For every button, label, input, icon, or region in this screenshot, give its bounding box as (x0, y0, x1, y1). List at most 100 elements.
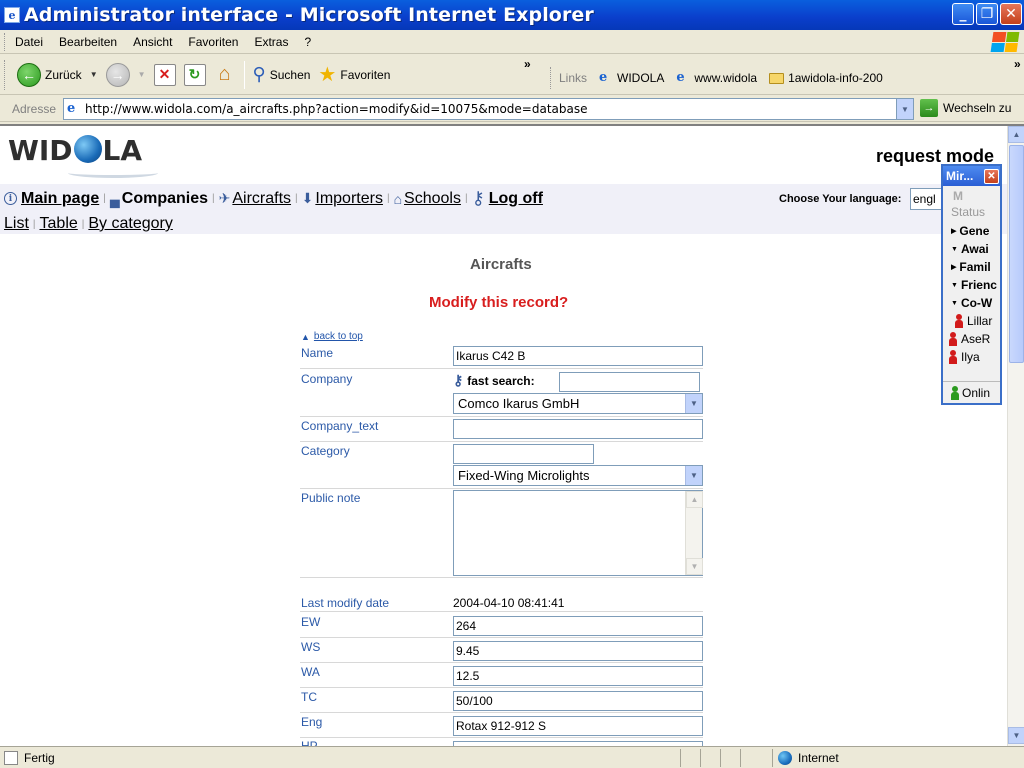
ew-field[interactable]: 264 (453, 616, 703, 636)
menu-favoriten[interactable]: Favoriten (180, 35, 246, 49)
online-status[interactable]: Onlin (943, 381, 1000, 403)
textarea-scrollbar[interactable]: ▲ ▼ (685, 491, 703, 575)
subnav-list[interactable]: List (4, 215, 29, 233)
ws-field[interactable]: 9.45 (453, 641, 703, 661)
links-more-chevron[interactable]: » (1014, 57, 1020, 71)
contact-item[interactable]: Ilya (949, 348, 1000, 366)
ie-icon: e (676, 70, 685, 85)
menu-extras[interactable]: Extras (246, 35, 296, 49)
subnav-by-category[interactable]: By category (88, 215, 172, 233)
widola-logo[interactable]: WID LA (8, 134, 158, 178)
nav-separator: | (386, 193, 390, 204)
collapse-triangle-icon: ▼ (951, 245, 958, 253)
subnav-table[interactable]: Table (40, 215, 78, 233)
nav-importers[interactable]: Importers (315, 190, 383, 208)
scroll-down-icon[interactable]: ▼ (1008, 727, 1024, 744)
contact-group[interactable]: ▶ Gene (951, 222, 1000, 240)
tc-field[interactable]: 50/100 (453, 691, 703, 711)
eng-label: Eng (301, 715, 323, 729)
category-select[interactable]: Fixed-Wing Microlights ▼ (453, 465, 703, 486)
fast-search: ⚷ fast search: (453, 372, 535, 389)
link-www-widola[interactable]: e www.widola (676, 70, 757, 86)
fast-search-input[interactable] (559, 372, 700, 392)
address-input[interactable]: e http://www.widola.com/a_aircrafts.php?… (63, 98, 914, 120)
contact-item[interactable]: AseR (949, 330, 1000, 348)
back-to-top-link[interactable]: ▲ back to top (301, 331, 363, 342)
home-button[interactable]: ⌂ (210, 59, 240, 91)
category-label: Category (301, 444, 350, 458)
forward-history-dropdown[interactable]: ▼ (134, 70, 150, 79)
messenger-status[interactable]: Status (951, 205, 1000, 219)
row-divider (300, 611, 703, 612)
category-text-field[interactable] (453, 444, 594, 464)
public-note-label: Public note (301, 491, 361, 505)
company-text-field[interactable] (453, 419, 703, 439)
expand-triangle-icon: ▶ (951, 264, 957, 271)
security-zone[interactable]: Internet (778, 751, 839, 765)
contact-group[interactable]: ▼ Frienc (951, 276, 1000, 294)
row-divider (300, 488, 703, 489)
contact-group[interactable]: ▼ Awai (951, 240, 1000, 258)
info-icon: i (4, 192, 17, 205)
eng-field[interactable]: Rotax 912-912 S (453, 716, 703, 736)
messenger-title-bar[interactable]: Mir... ✕ (943, 166, 1000, 186)
status-divider (772, 749, 773, 767)
favorites-button[interactable]: ★ Favoriten (314, 59, 394, 91)
links-grip[interactable] (550, 67, 553, 89)
refresh-button[interactable]: ↻ (180, 59, 210, 91)
toolbar-more-chevron[interactable]: » (524, 57, 530, 71)
company-select[interactable]: Comco Ikarus GmbH ▼ (453, 393, 703, 414)
contact-item[interactable]: Lillar (955, 312, 1000, 330)
close-button[interactable]: ✕ (1000, 3, 1022, 25)
chevron-down-icon: ▼ (685, 466, 702, 485)
link-widola[interactable]: e WIDOLA (599, 71, 664, 86)
contact-group[interactable]: ▶ Famil (951, 258, 1000, 276)
name-field[interactable]: Ikarus C42 B (453, 346, 703, 366)
scroll-up-icon: ▲ (686, 491, 703, 508)
nav-separator: | (295, 193, 298, 204)
minimize-button[interactable]: _ (952, 3, 974, 25)
nav-log-off[interactable]: Log off (489, 190, 543, 208)
messenger-window[interactable]: Mir... ✕ M Status ▶ Gene ▼ Awai ▶ Famil ▼ Fr… (941, 164, 1002, 405)
maximize-button[interactable]: ❐ (976, 3, 998, 25)
web-page: WID LA request mode i Main page | ▄ Compa… (0, 126, 1007, 746)
nav-main-page[interactable]: Main page (21, 190, 99, 208)
public-note-textarea[interactable]: ▲ ▼ (453, 490, 703, 576)
link-1awidola-info[interactable]: 1awidola-info-200 (769, 71, 883, 85)
menu-bearbeiten[interactable]: Bearbeiten (51, 35, 125, 49)
go-arrow-icon: → (920, 99, 938, 117)
favorites-star-icon: ★ (318, 64, 337, 86)
menu-help[interactable]: ? (296, 35, 319, 49)
windows-logo-icon (990, 32, 1020, 52)
section-title: Aircrafts (470, 256, 532, 273)
toolbar-grip[interactable] (4, 59, 7, 90)
standard-toolbar: ← Zurück ▼ → ▼ ✕ ↻ ⌂ ⚲ Suchen ★ Favorite… (0, 55, 1024, 95)
person-offline-icon (955, 314, 963, 328)
internet-globe-icon (778, 751, 792, 765)
row-divider (300, 712, 703, 713)
back-button[interactable]: ← Zurück (13, 59, 86, 91)
contact-group[interactable]: ▼ Co-W (951, 294, 1000, 312)
go-button[interactable]: → Wechseln zu (920, 99, 1011, 117)
close-icon[interactable]: ✕ (984, 168, 999, 184)
scrollbar-thumb[interactable] (1009, 145, 1024, 363)
person-online-icon (951, 385, 959, 400)
nav-companies[interactable]: Companies (122, 190, 208, 208)
nav-aircrafts[interactable]: Aircrafts (232, 190, 291, 208)
row-divider (300, 737, 703, 738)
links-label: Links (559, 71, 588, 85)
back-history-dropdown[interactable]: ▼ (86, 70, 102, 79)
refresh-icon: ↻ (183, 63, 206, 86)
scroll-up-icon[interactable]: ▲ (1008, 126, 1024, 143)
status-bar: Fertig Internet (0, 746, 1024, 768)
page-scrollbar[interactable]: ▲ ▼ (1007, 126, 1024, 746)
stop-button[interactable]: ✕ (150, 59, 180, 91)
address-dropdown-button[interactable]: ▼ (896, 99, 913, 119)
search-button[interactable]: ⚲ Suchen (249, 59, 315, 91)
nav-schools[interactable]: Schools (404, 190, 461, 208)
menu-ansicht[interactable]: Ansicht (125, 35, 180, 49)
menu-datei[interactable]: Datei (7, 35, 51, 49)
forward-button[interactable]: → (102, 59, 134, 91)
wa-field[interactable]: 12.5 (453, 666, 703, 686)
window-title-bar[interactable]: e Administrator interface - Microsoft In… (0, 0, 1024, 30)
